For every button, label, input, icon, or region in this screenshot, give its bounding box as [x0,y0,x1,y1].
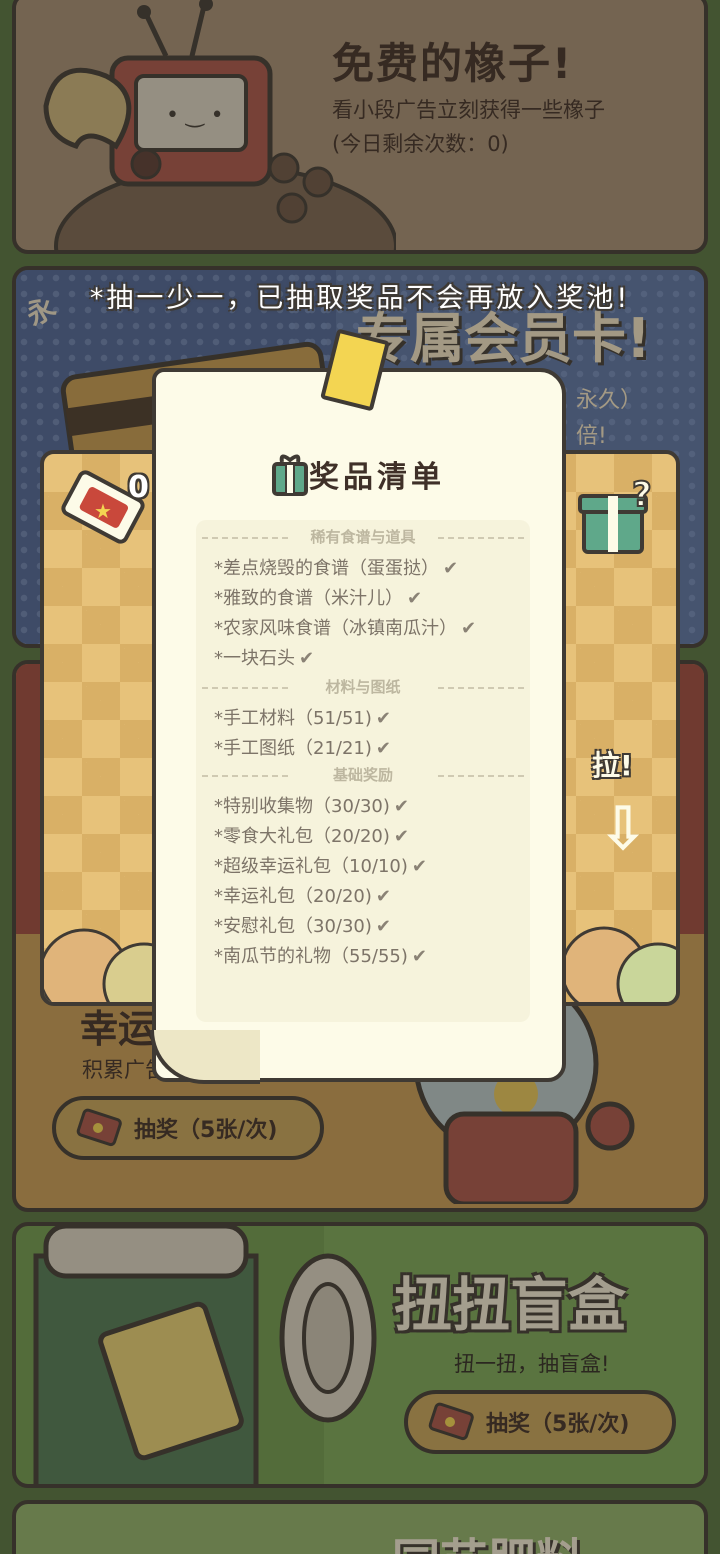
ticket-icon [428,1402,474,1441]
svg-text:• ‿ •: • ‿ • [166,103,224,128]
mystery-gift-icon: ? [578,474,653,554]
blind-box-subtitle: 扭一扭，抽盲盒! [454,1352,610,1376]
section-header-basic: 基础奖励 [202,764,524,785]
list-item: *安慰礼包（30/30) ✔ [214,916,391,937]
list-item: *特别收集物（30/30) ✔ [214,796,409,817]
prize-list-box: 稀有食谱与道具 *差点烧毁的食谱（蛋蛋挞） ✔ *雅致的食谱（米汁儿） ✔ *农家风… [196,520,530,1022]
free-acorns-remaining: (今日剩余次数：0) [332,132,509,156]
list-item: *零食大礼包（20/20) ✔ [214,826,409,847]
free-acorns-title: 免费的橡子! [332,39,574,88]
ticket-counter: 0 [128,470,149,505]
prize-list-paper: 奖品清单 稀有食谱与道具 *差点烧毁的食谱（蛋蛋挞） ✔ *雅致的食谱（米汁儿） ✔… [152,368,566,1082]
free-acorns-desc: 看小段广告立刻获得一些橡子 [332,98,605,122]
pull-label: 拉! [592,749,633,782]
list-item: *超级幸运礼包（10/10) ✔ [214,856,427,877]
vip-line-1: 永久） [576,388,643,413]
arrow-down-icon[interactable]: ⇩ [598,794,648,864]
list-item: *农家风味食谱（冰镇南瓜汁） ✔ [214,618,477,639]
ticket-icon [76,1108,122,1147]
prize-list-title: 奖品清单 [309,460,445,495]
blind-box-illustration [33,1226,377,1484]
vip-line-2: 倍! [576,424,607,449]
list-item: *幸运礼包（20/20) ✔ [214,886,391,907]
list-item: *差点烧毁的食谱（蛋蛋挞） ✔ [214,558,459,579]
fertilizer-card[interactable]: 园艺肥料 [12,1500,708,1554]
free-acorns-card[interactable]: • ‿ • 免费的橡子! 看小段广告立刻获得一些橡子 (今日剩余次数：0) [12,0,708,254]
list-item: *南瓜节的礼物（55/55) ✔ [214,946,427,967]
lucky-draw-button[interactable]: 抽奖（5张/次) [52,1096,324,1160]
section-header-rare: 稀有食谱与道具 [202,526,524,547]
list-item: *手工材料（51/51) ✔ [214,708,391,729]
svg-text:★: ★ [94,499,112,523]
list-item: *手工图纸（21/21) ✔ [214,738,391,759]
blind-box-card[interactable]: 扭扭盲盒 扭一扭，抽盲盒! 抽奖（5张/次) [12,1222,708,1488]
blind-box-button-label: 抽奖（5张/次) [486,1412,630,1437]
fertilizer-title: 园艺肥料 [392,1522,584,1554]
list-item: *一块石头 ✔ [214,648,315,669]
draw-rule-notice: *抽一少一，已抽取奖品不会再放入奖池! [89,283,631,314]
blind-box-draw-button[interactable]: 抽奖（5张/次) [404,1390,676,1454]
lucky-draw-title: 幸运 [80,1007,157,1051]
lucky-draw-button-label: 抽奖（5张/次) [134,1118,278,1143]
list-item: *雅致的食谱（米汁儿） ✔ [214,588,423,609]
blind-box-title: 扭扭盲盒 [394,1271,627,1339]
section-header-materials: 材料与图纸 [202,676,524,697]
svg-text:?: ? [632,475,652,515]
